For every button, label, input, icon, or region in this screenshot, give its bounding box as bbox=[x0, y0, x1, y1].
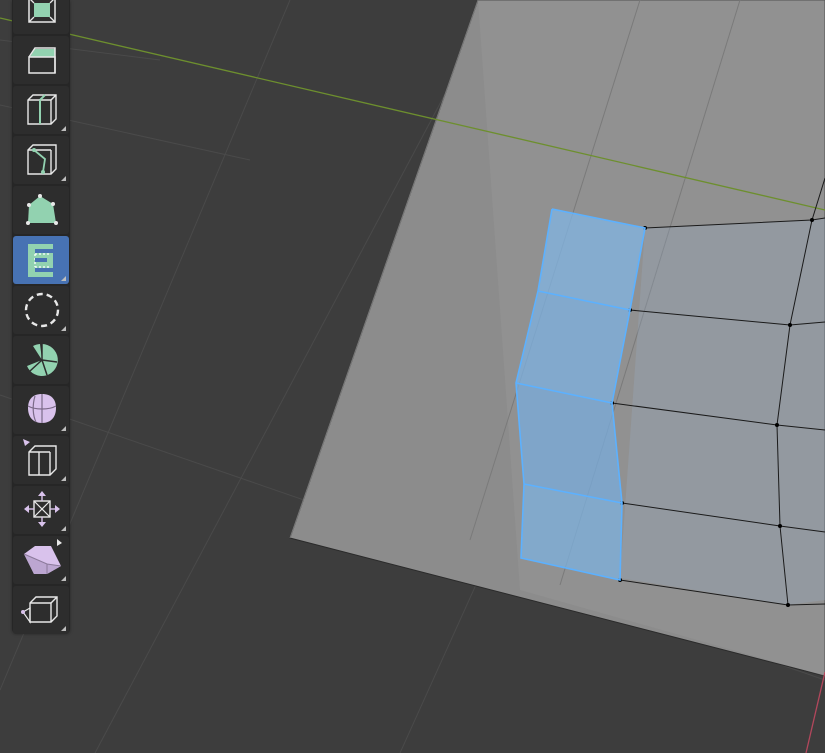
submenu-indicator bbox=[61, 176, 66, 181]
submenu-indicator bbox=[61, 326, 66, 331]
tool-shelf bbox=[12, 0, 70, 634]
tool-spin[interactable] bbox=[13, 286, 69, 334]
tool-poly-build[interactable] bbox=[13, 186, 69, 234]
smooth-icon bbox=[27, 344, 58, 376]
submenu-indicator bbox=[61, 576, 66, 581]
mesh-faces-tint bbox=[620, 218, 825, 605]
tool-shrink-fatten[interactable] bbox=[13, 386, 69, 434]
tool-edge-slide[interactable] bbox=[13, 436, 69, 484]
3d-viewport[interactable] bbox=[0, 0, 825, 753]
submenu-indicator bbox=[61, 276, 66, 281]
tool-push-pull[interactable] bbox=[13, 486, 69, 534]
tool-smooth[interactable] bbox=[13, 336, 69, 384]
inset-faces-icon bbox=[28, 0, 56, 23]
submenu-indicator bbox=[61, 626, 66, 631]
x-axis-line bbox=[805, 671, 825, 753]
tool-bevel[interactable] bbox=[13, 36, 69, 84]
tool-shear[interactable] bbox=[13, 536, 69, 584]
submenu-indicator bbox=[61, 426, 66, 431]
tool-inset-faces[interactable] bbox=[13, 0, 69, 34]
bevel-icon bbox=[28, 47, 56, 74]
submenu-indicator bbox=[61, 476, 66, 481]
poly-build-icon bbox=[26, 194, 58, 225]
tool-extrude-region[interactable] bbox=[13, 236, 69, 284]
submenu-indicator bbox=[61, 526, 66, 531]
tool-loop-cut[interactable] bbox=[13, 86, 69, 134]
tool-knife[interactable] bbox=[13, 136, 69, 184]
tool-rip-region[interactable] bbox=[13, 586, 69, 634]
viewport-scene[interactable] bbox=[0, 0, 825, 753]
submenu-indicator bbox=[61, 126, 66, 131]
